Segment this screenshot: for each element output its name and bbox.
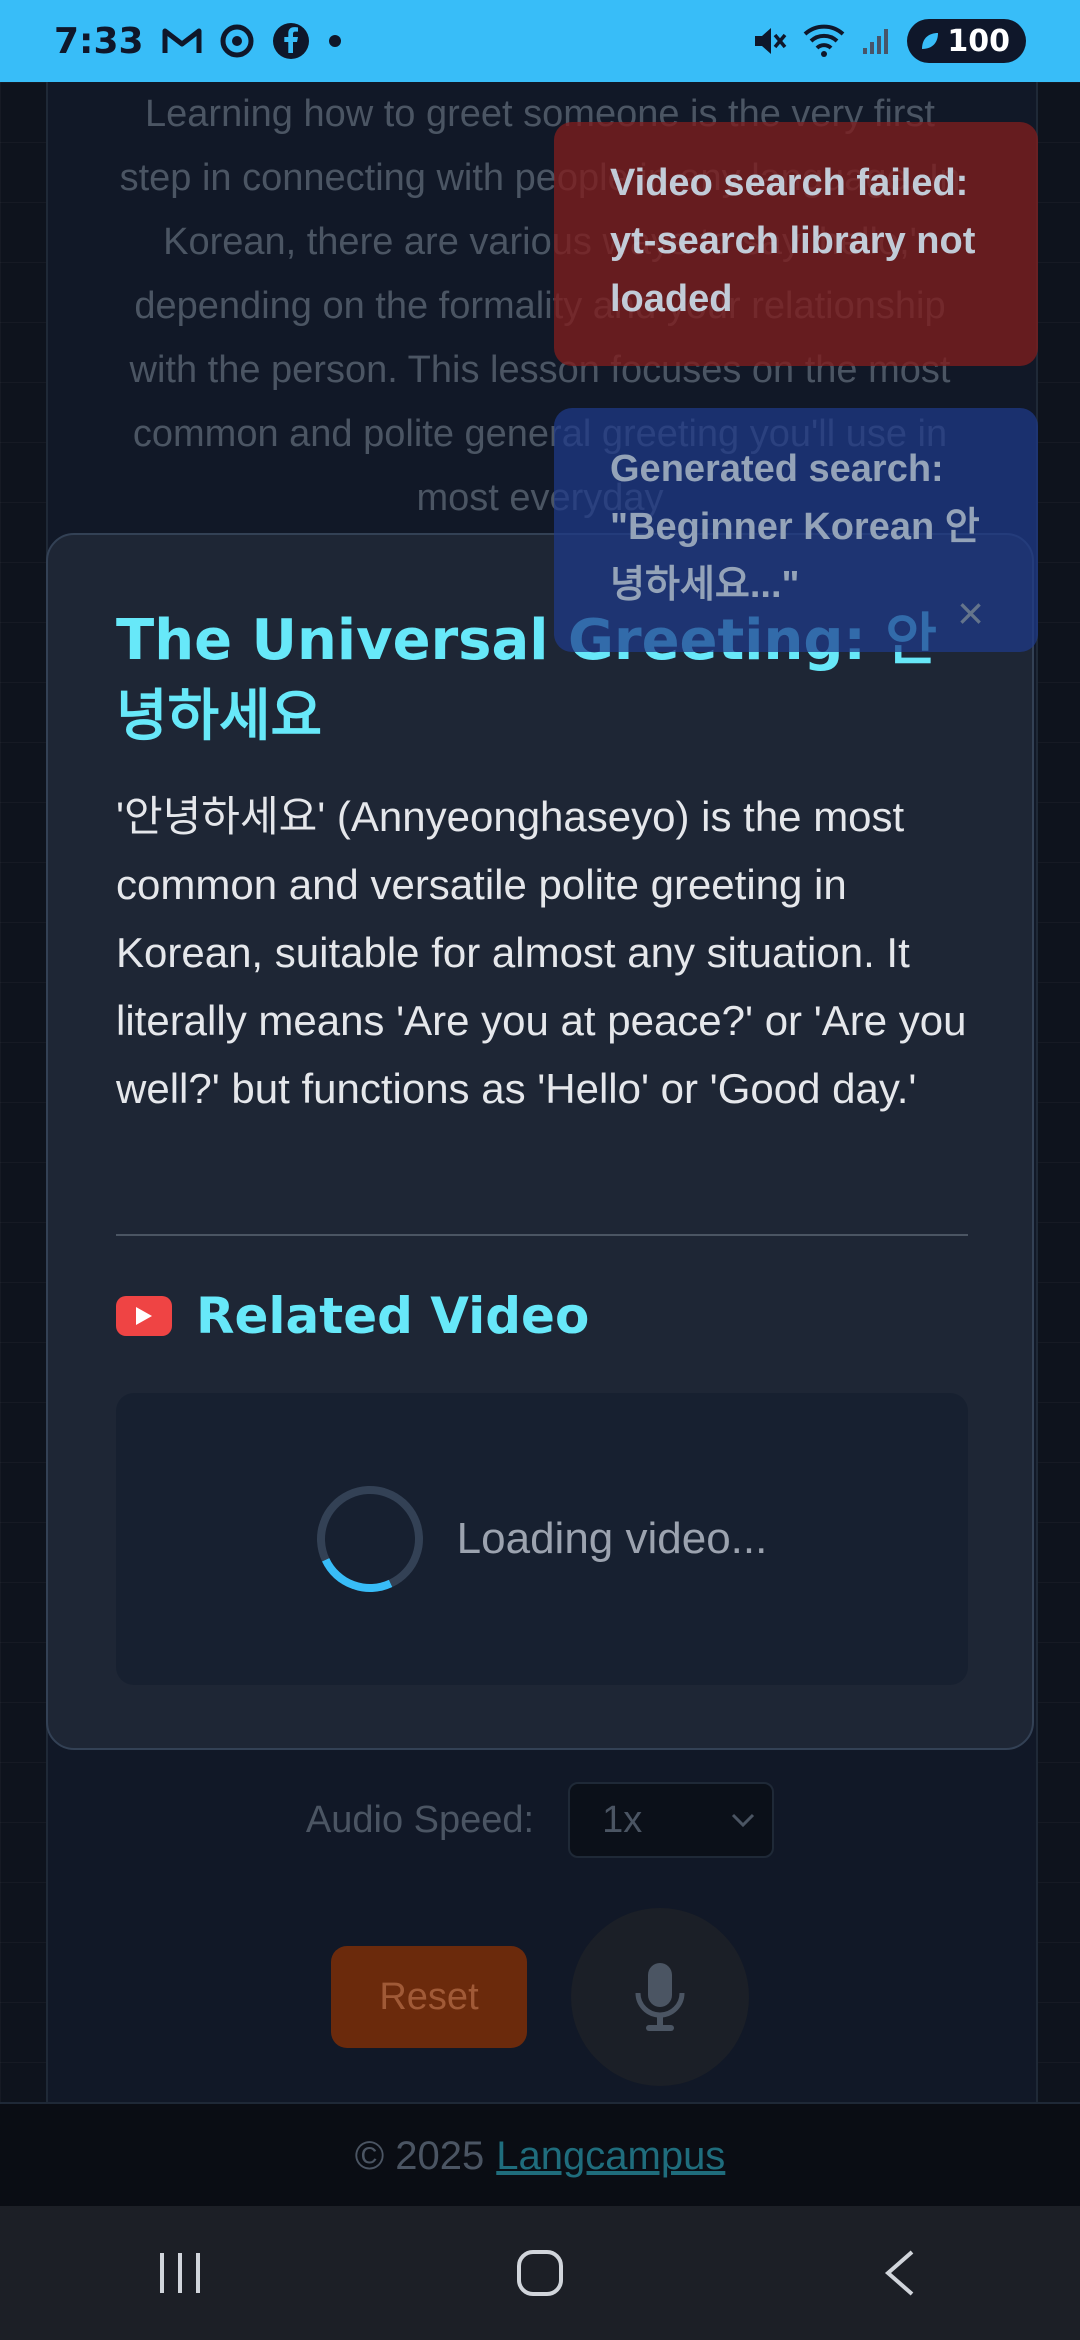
langcampus-link[interactable]: Langcampus [496, 2134, 725, 2179]
microphone-icon [635, 1963, 685, 2031]
home-icon [517, 2250, 563, 2296]
error-toast-text: Video search failed: yt-search library n… [610, 162, 976, 320]
related-video-title: Related Video [196, 1287, 590, 1345]
microphone-button[interactable] [571, 1908, 749, 2086]
info-toast[interactable]: Generated search: "Beginner Korean 안녕하세요… [554, 408, 1038, 652]
error-toast[interactable]: Video search failed: yt-search library n… [554, 122, 1038, 366]
info-toast-text: Generated search: "Beginner Korean 안녕하세요… [610, 448, 980, 606]
loading-spinner-icon [301, 1471, 438, 1607]
control-buttons: Reset [0, 1908, 1080, 2086]
gmail-icon [162, 26, 202, 56]
signal-icon [861, 26, 891, 56]
lesson-modal: The Universal Greeting: 안녕하세요 '안녕하세요' (A… [46, 533, 1034, 1750]
footer-copyright: © 2025 [354, 2133, 485, 2178]
modal-body: '안녕하세요' (Annyeonghaseyo) is the most com… [116, 793, 967, 1112]
chrome-icon [220, 24, 254, 58]
reset-button[interactable]: Reset [331, 1946, 527, 2048]
home-button[interactable] [480, 2223, 600, 2323]
leaf-icon [922, 33, 939, 49]
audio-speed-value: 1x [602, 1798, 643, 1841]
mute-icon [751, 23, 787, 59]
audio-speed-label: Audio Speed: [305, 1798, 535, 1841]
close-icon[interactable]: × [957, 584, 984, 642]
audio-speed-select[interactable]: 1x [568, 1782, 775, 1858]
footer: © 2025 Langcampus [0, 2102, 1080, 2208]
recents-button[interactable] [120, 2223, 240, 2323]
video-placeholder: Loading video... [116, 1393, 968, 1685]
battery-indicator: 100 [907, 19, 1026, 63]
status-bar: 7:33 100 [0, 0, 1080, 82]
modal-divider [116, 1234, 968, 1236]
audio-speed-row: Audio Speed: 1x [0, 1782, 1080, 1858]
back-icon [884, 2250, 914, 2296]
related-video-header: Related Video [116, 1287, 589, 1345]
battery-level: 100 [947, 23, 1010, 59]
recents-icon [160, 2253, 200, 2293]
status-time: 7:33 [54, 20, 144, 62]
chevron-down-icon [732, 1813, 755, 1828]
facebook-icon [272, 22, 310, 60]
back-button[interactable] [840, 2223, 960, 2323]
wifi-icon [803, 24, 845, 58]
navigation-bar [0, 2206, 1080, 2340]
loading-text: Loading video... [456, 1514, 768, 1563]
dot-icon [328, 34, 342, 48]
youtube-icon [116, 1296, 172, 1336]
